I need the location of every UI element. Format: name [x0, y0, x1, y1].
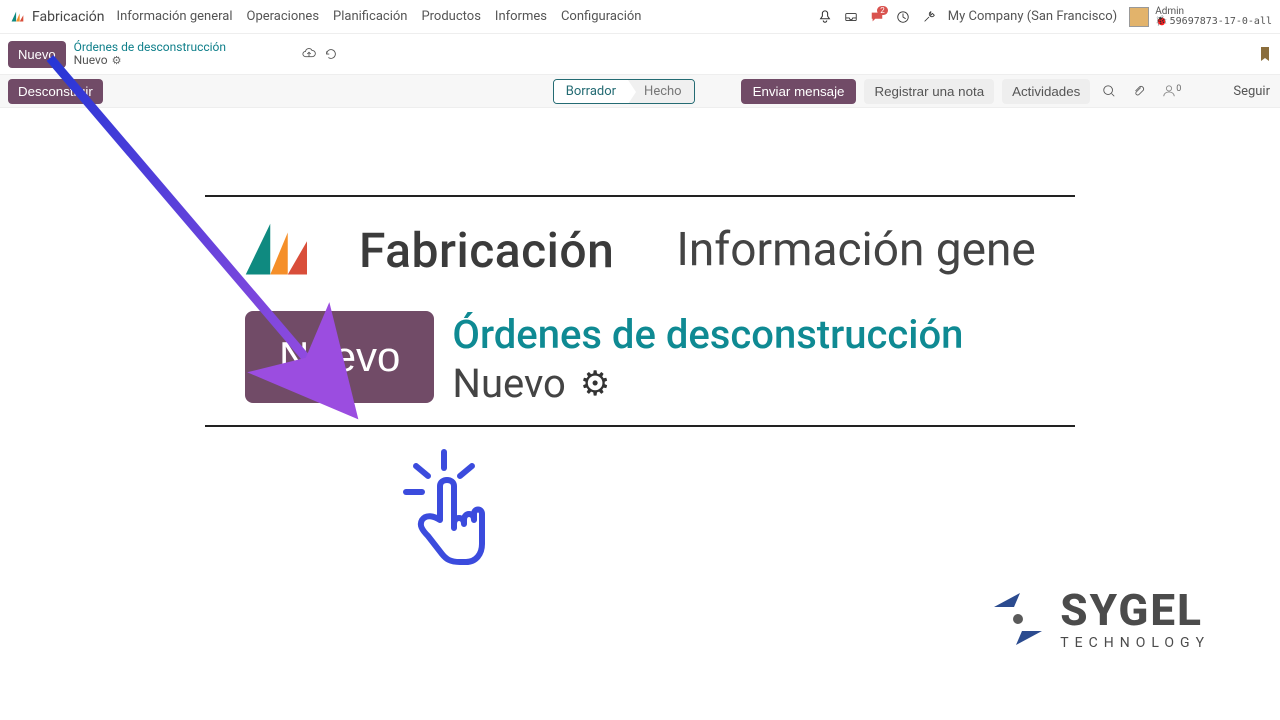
zoom-new-button[interactable]: Nuevo	[245, 311, 434, 403]
status-bar: Borrador Hecho	[553, 79, 695, 104]
db-name: 🐞59697873-17-0-all	[1155, 17, 1272, 27]
user-name: Admin	[1155, 7, 1272, 17]
zoom-panel: Fabricación Información gene Nuevo Órden…	[205, 195, 1075, 427]
log-note-button[interactable]: Registrar una nota	[864, 79, 994, 104]
zoom-breadcrumb-current: Nuevo ⚙	[452, 360, 963, 407]
clock-icon[interactable]	[896, 10, 910, 24]
breadcrumb-actions	[302, 47, 338, 61]
send-message-button[interactable]: Enviar mensaje	[741, 79, 857, 104]
discard-icon[interactable]	[324, 47, 338, 61]
avatar-icon	[1129, 7, 1149, 27]
sygel-name: SYGEL	[1060, 588, 1210, 632]
app-name: Fabricación	[32, 9, 105, 25]
search-icon[interactable]	[1098, 82, 1120, 100]
menu-planning[interactable]: Planificación	[333, 9, 407, 24]
sygel-mark-icon	[988, 589, 1048, 649]
bell-icon[interactable]	[818, 10, 832, 24]
cloud-save-icon[interactable]	[302, 47, 316, 61]
click-hand-icon	[396, 448, 496, 588]
menu-operations[interactable]: Operaciones	[247, 9, 320, 24]
breadcrumb-row: Nuevo Órdenes de desconstrucción Nuevo ⚙	[0, 34, 1280, 74]
main-menu: Información general Operaciones Planific…	[117, 9, 642, 24]
app-logo-icon	[8, 8, 26, 26]
sygel-sub: TECHNOLOGY	[1060, 636, 1210, 650]
nav-right: 2 My Company (San Francisco) Admin 🐞5969…	[818, 7, 1272, 27]
zoom-menu-overview: Información gene	[676, 223, 1035, 277]
brand[interactable]: Fabricación	[8, 8, 105, 26]
zoom-logo-icon	[233, 215, 325, 285]
action-toolbar: Desconstruir Borrador Hecho Enviar mensa…	[0, 74, 1280, 108]
breadcrumb: Órdenes de desconstrucción Nuevo ⚙	[74, 41, 226, 67]
follow-button[interactable]: Seguir	[1231, 80, 1272, 103]
bug-icon: 🐞	[1155, 17, 1167, 27]
deconstruct-button[interactable]: Desconstruir	[8, 79, 103, 104]
status-done[interactable]: Hecho	[628, 80, 694, 103]
zoom-app-name: Fabricación	[359, 222, 614, 279]
top-navbar: Fabricación Información general Operacio…	[0, 0, 1280, 34]
sygel-logo: SYGEL TECHNOLOGY	[988, 588, 1210, 650]
zoom-gear-icon: ⚙	[580, 364, 610, 404]
user-menu[interactable]: Admin 🐞59697873-17-0-all	[1129, 7, 1272, 27]
followers-icon[interactable]: 0	[1158, 82, 1185, 100]
menu-overview[interactable]: Información general	[117, 9, 233, 24]
menu-config[interactable]: Configuración	[561, 9, 642, 24]
menu-products[interactable]: Productos	[421, 9, 480, 24]
zoom-breadcrumb-parent: Órdenes de desconstrucción	[452, 311, 963, 358]
tray-icon[interactable]	[844, 10, 858, 24]
chat-icon[interactable]: 2	[870, 10, 884, 24]
gear-icon[interactable]: ⚙	[112, 55, 122, 67]
status-draft[interactable]: Borrador	[554, 80, 628, 103]
menu-reports[interactable]: Informes	[495, 9, 547, 24]
chat-badge: 2	[877, 6, 888, 15]
company-selector[interactable]: My Company (San Francisco)	[948, 9, 1117, 24]
new-button[interactable]: Nuevo	[8, 41, 66, 68]
wrench-icon[interactable]	[922, 10, 936, 24]
breadcrumb-current: Nuevo ⚙	[74, 54, 226, 67]
attachment-icon[interactable]	[1128, 82, 1150, 100]
bookmark-icon[interactable]	[1258, 46, 1272, 62]
activities-button[interactable]: Actividades	[1002, 79, 1090, 104]
